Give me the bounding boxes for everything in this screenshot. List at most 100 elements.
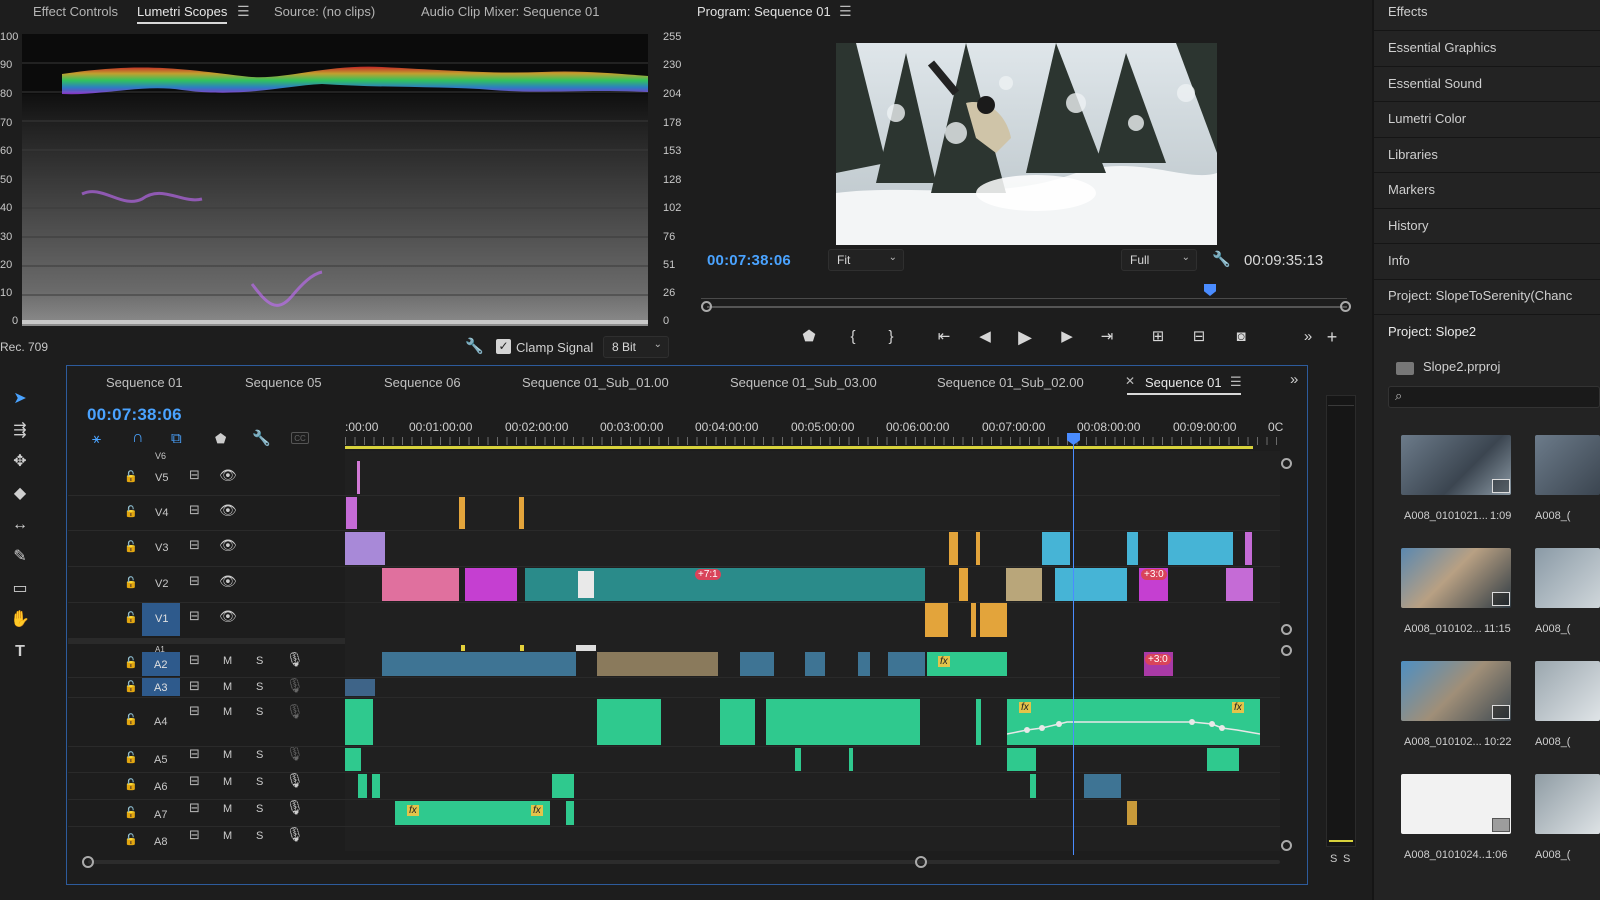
audio-clip[interactable] [1127,801,1137,825]
eye-icon[interactable]: 👁 [219,537,237,554]
microphone-icon[interactable]: 🎙 [286,703,304,720]
solo-button[interactable]: S [256,830,263,842]
video-clip[interactable] [1006,568,1042,601]
export-frame-icon[interactable]: ◙ [1230,326,1252,348]
sync-lock-icon[interactable]: ⊟ [189,573,200,589]
current-timecode[interactable]: 00:07:38:06 [707,252,791,269]
panel-item-effects[interactable]: Effects [1388,4,1428,19]
track-name-a2[interactable]: A2 [154,659,167,671]
audio-clip[interactable] [461,645,465,651]
lock-icon[interactable]: 🔓 [124,656,138,669]
scroll-right-handle[interactable] [915,856,927,868]
ripple-edit-tool-icon[interactable]: ✥ [8,450,32,474]
solo-left-button[interactable]: S [1330,853,1337,865]
mute-button[interactable]: M [223,706,232,718]
eye-icon[interactable]: 👁 [219,467,237,484]
tab-sequence-05[interactable]: Sequence 05 [245,375,322,390]
linked-selection-icon[interactable]: ⧉ [171,430,182,447]
lock-icon[interactable]: 🔓 [124,470,138,483]
microphone-icon[interactable]: 🎙 [286,677,304,694]
track-name-v5[interactable]: V5 [155,472,168,484]
add-marker-icon[interactable]: ⬟ [215,431,226,447]
overflow-tabs-icon[interactable]: » [1290,371,1298,388]
lock-icon[interactable]: 🔓 [124,833,138,846]
video-clip[interactable] [1055,568,1127,601]
rectangle-tool-icon[interactable]: ▭ [8,577,32,601]
audio-clip[interactable] [766,699,920,745]
video-clip[interactable] [1168,532,1233,565]
go-to-in-icon[interactable]: ⇤ [933,326,955,348]
video-clip[interactable] [382,568,459,601]
microphone-icon[interactable]: 🎙 [286,799,304,816]
panel-item-lumetri-color[interactable]: Lumetri Color [1388,111,1466,126]
eye-icon[interactable]: 👁 [219,502,237,519]
razor-tool-icon[interactable]: ◆ [8,482,32,506]
audio-clip[interactable] [597,699,661,745]
work-area-bar[interactable] [345,446,1253,449]
solo-button[interactable]: S [256,776,263,788]
tab-sequence-01[interactable]: Sequence 01 [106,375,183,390]
audio-clip[interactable] [976,699,981,745]
tab-lumetri-scopes[interactable]: Lumetri Scopes [137,4,228,24]
lift-icon[interactable]: ⊞ [1147,326,1169,348]
audio-clip[interactable] [372,774,380,798]
audio-clip[interactable] [345,699,373,745]
volume-keyframe-line[interactable] [1007,712,1260,742]
scrub-end-handle[interactable] [1340,301,1351,312]
close-icon[interactable]: ✕ [1125,374,1135,388]
audio-clip[interactable] [795,748,801,771]
video-clip[interactable] [1042,532,1070,565]
clip-thumbnail[interactable] [1535,548,1600,608]
resolution-dropdown[interactable]: Full ⌄ [1121,249,1197,271]
track-name-a5[interactable]: A5 [154,754,167,766]
audio-clip[interactable] [720,699,755,745]
panel-item-project-slope-to-serenity[interactable]: Project: SlopeToSerenity(Chanc [1388,288,1600,303]
lock-icon[interactable]: 🔓 [124,576,138,589]
audio-clip[interactable] [552,774,574,798]
tab-effect-controls[interactable]: Effect Controls [33,4,118,19]
lock-icon[interactable]: 🔓 [124,505,138,518]
captions-icon[interactable]: CC [291,432,309,444]
pen-tool-icon[interactable]: ✎ [8,545,32,569]
mute-button[interactable]: M [223,681,232,693]
track-name-a3[interactable]: A3 [154,682,167,694]
solo-button[interactable]: S [256,655,263,667]
video-clip[interactable] [976,532,980,565]
lock-icon[interactable]: 🔓 [124,713,138,726]
mute-button[interactable]: M [223,655,232,667]
lock-icon[interactable]: 🔓 [124,611,138,624]
audio-scroll-top-handle[interactable] [1281,645,1292,656]
tab-sequence-01-active[interactable]: Sequence 01 [1145,375,1222,390]
sync-lock-icon[interactable]: ⊟ [189,746,200,762]
sync-lock-icon[interactable]: ⊟ [189,467,200,483]
audio-clip[interactable] [597,652,718,676]
video-clip[interactable] [925,603,948,637]
audio-clip[interactable] [740,652,774,676]
go-to-out-icon[interactable]: ⇥ [1096,326,1118,348]
tab-source[interactable]: Source: (no clips) [274,4,375,19]
timeline-timecode[interactable]: 00:07:38:06 [87,405,182,425]
video-clip[interactable] [971,603,976,637]
video-scroll-bottom-handle[interactable] [1281,624,1292,635]
project-file-name[interactable]: Slope2.prproj [1423,359,1500,374]
video-clip[interactable] [465,568,517,601]
lock-icon[interactable]: 🔓 [124,778,138,791]
slip-tool-icon[interactable]: ↔ [8,513,32,537]
sync-lock-icon[interactable]: ⊟ [189,773,200,789]
track-name-a4[interactable]: A4 [154,716,167,728]
clamp-checkbox[interactable]: ✓ [496,339,511,354]
panel-item-markers[interactable]: Markers [1388,182,1435,197]
track-name-v4[interactable]: V4 [155,507,168,519]
sync-lock-icon[interactable]: ⊟ [189,537,200,553]
audio-clip[interactable] [1207,748,1239,771]
scrub-bar[interactable] [707,306,1347,308]
mute-button[interactable]: M [223,776,232,788]
track-name-a8[interactable]: A8 [154,836,167,848]
audio-clip[interactable] [858,652,870,676]
video-clip[interactable] [575,568,597,601]
video-scroll-top-handle[interactable] [1281,458,1292,469]
audio-clip[interactable] [382,652,576,676]
video-clip[interactable] [346,497,357,529]
audio-clip[interactable] [1007,748,1036,771]
add-button-icon[interactable]: + [1321,326,1343,348]
